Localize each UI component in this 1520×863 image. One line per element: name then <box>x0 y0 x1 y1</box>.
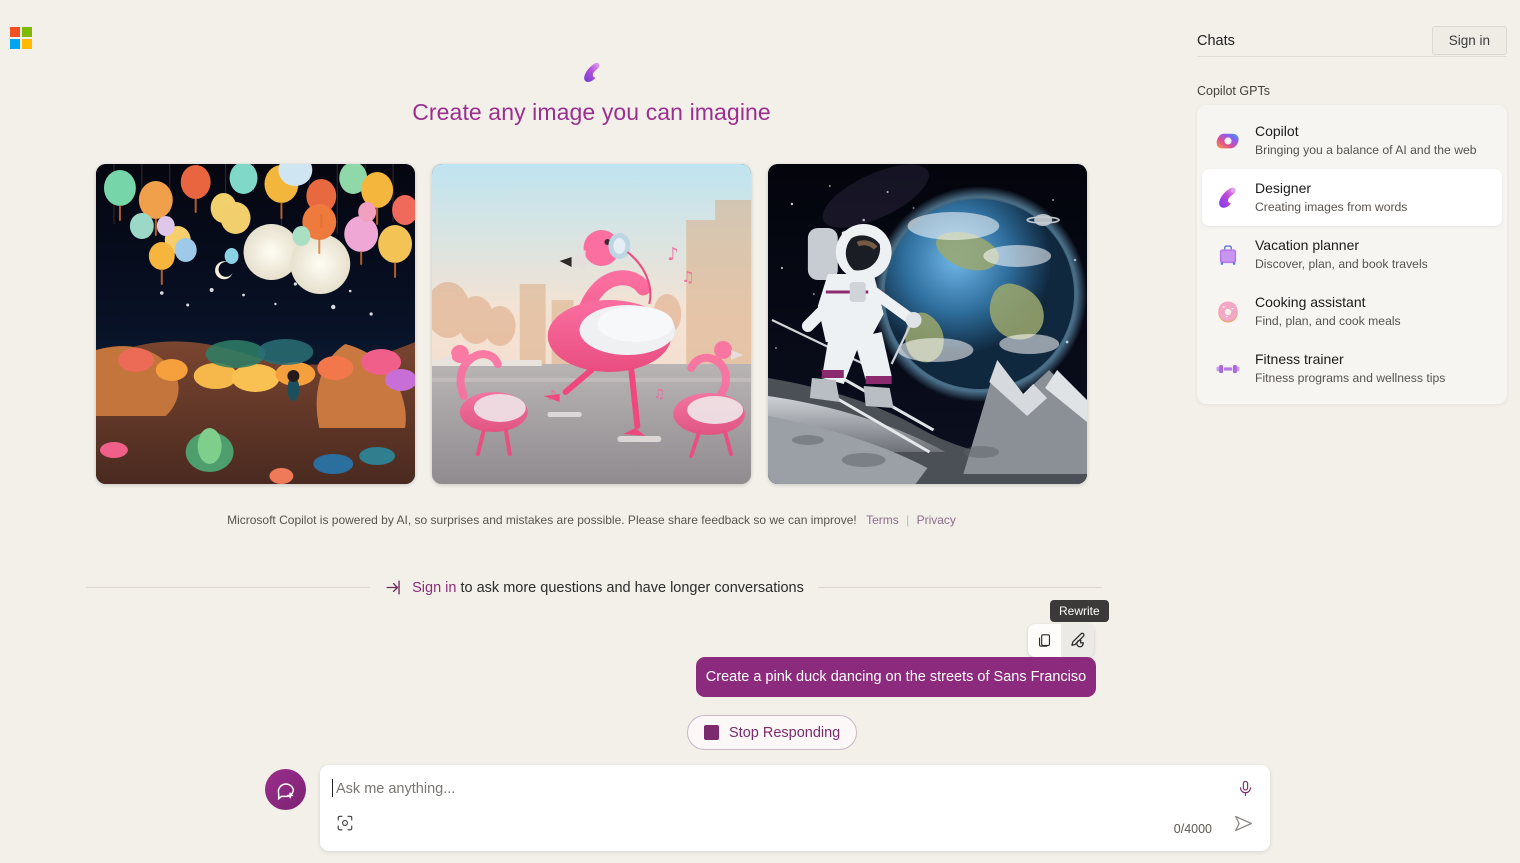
privacy-link[interactable]: Privacy <box>917 513 956 527</box>
terms-link[interactable]: Terms <box>866 513 899 527</box>
main-content: Create any image you can imagine ♪ ♫ ♪ ♫… <box>0 0 1270 863</box>
divider-left <box>86 587 371 588</box>
visual-search-icon <box>337 815 353 831</box>
gpt-item-vacation-planner[interactable]: Vacation planner Discover, plan, and boo… <box>1202 226 1502 283</box>
disclaimer-text: Microsoft Copilot is powered by AI, so s… <box>227 513 857 527</box>
sample-image-gallery: ♪ ♫ ♪ ♫ <box>96 164 1087 484</box>
gpt-desc: Fitness programs and wellness tips <box>1255 371 1446 385</box>
copilot-designer-page: Create any image you can imagine ♪ ♫ ♪ ♫… <box>0 0 1520 863</box>
copy-icon <box>1038 634 1051 647</box>
stop-responding-button[interactable]: Stop Responding <box>687 715 858 750</box>
signin-prompt: Sign in to ask more questions and have l… <box>384 578 804 597</box>
chats-panel: Chats Sign in Copilot GPTs Copilot Bring… <box>1183 0 1520 863</box>
hero-section: Create any image you can imagine <box>0 60 1183 126</box>
page-title: Create any image you can imagine <box>412 99 771 125</box>
gpt-name: Fitness trainer <box>1255 351 1344 367</box>
gpt-desc: Find, plan, and cook meals <box>1255 314 1401 328</box>
signin-prompt-link[interactable]: Sign in <box>412 580 456 596</box>
rewrite-tooltip: Rewrite <box>1050 600 1109 622</box>
visual-search-button[interactable] <box>336 814 354 837</box>
gpt-desc: Bringing you a balance of AI and the web <box>1255 143 1477 157</box>
new-chat-icon <box>277 782 294 800</box>
panel-header: Chats Sign in <box>1197 26 1507 55</box>
sign-in-arrow-icon <box>386 580 400 595</box>
rewrite-button[interactable] <box>1061 624 1094 657</box>
gpt-item-designer[interactable]: Designer Creating images from words <box>1202 169 1502 226</box>
gpt-name: Vacation planner <box>1255 237 1360 253</box>
svg-text:♫: ♫ <box>681 268 694 286</box>
donut-icon <box>1214 298 1242 326</box>
copilot-icon <box>1214 127 1242 155</box>
panel-divider <box>1197 56 1507 57</box>
panel-title: Chats <box>1197 32 1235 49</box>
link-separator: | <box>906 513 910 527</box>
gpt-item-cooking-assistant[interactable]: Cooking assistant Find, plan, and cook m… <box>1202 283 1502 340</box>
message-composer: 0/4000 <box>320 765 1270 851</box>
new-chat-button[interactable] <box>265 769 306 810</box>
copy-button[interactable] <box>1028 624 1061 657</box>
designer-logo-icon <box>583 62 599 82</box>
signin-prompt-row: Sign in to ask more questions and have l… <box>86 578 1102 597</box>
svg-text:♪: ♪ <box>548 388 557 404</box>
dumbbell-icon <box>1214 355 1242 383</box>
copilot-gpts-list: Copilot Bringing you a balance of AI and… <box>1197 105 1507 404</box>
gpt-desc: Creating images from words <box>1255 200 1408 214</box>
sample-image-dancing-flamingos[interactable]: ♪ ♫ ♪ ♫ <box>432 164 751 484</box>
gpt-item-copilot[interactable]: Copilot Bringing you a balance of AI and… <box>1202 112 1502 169</box>
designer-icon <box>1214 184 1242 212</box>
sample-image-astronaut-skiing[interactable] <box>768 164 1087 484</box>
ai-disclaimer: Microsoft Copilot is powered by AI, so s… <box>0 513 1183 527</box>
user-message-bubble: Create a pink duck dancing on the street… <box>696 657 1096 697</box>
svg-text:♫: ♫ <box>653 387 665 402</box>
suitcase-icon <box>1214 241 1242 269</box>
gpt-name: Copilot <box>1255 123 1299 139</box>
divider-right <box>817 587 1102 588</box>
sample-image-lantern-garden[interactable] <box>96 164 415 484</box>
gpt-desc: Discover, plan, and book travels <box>1255 257 1428 271</box>
gpt-name: Designer <box>1255 180 1312 196</box>
message-action-bar <box>1028 624 1094 657</box>
composer-input-wrap <box>336 781 1190 797</box>
gpt-name: Cooking assistant <box>1255 294 1366 310</box>
gpts-section-label: Copilot GPTs <box>1197 84 1270 98</box>
stop-responding-label: Stop Responding <box>729 724 841 741</box>
search-input[interactable] <box>336 781 1190 797</box>
stop-square-icon <box>704 725 719 740</box>
text-caret <box>332 779 333 797</box>
sign-in-button[interactable]: Sign in <box>1431 26 1507 55</box>
signin-prompt-text: to ask more questions and have longer co… <box>456 579 804 596</box>
gpt-item-fitness-trainer[interactable]: Fitness trainer Fitness programs and wel… <box>1202 340 1502 397</box>
svg-text:♪: ♪ <box>667 244 678 265</box>
rewrite-pencil-icon <box>1071 632 1085 648</box>
